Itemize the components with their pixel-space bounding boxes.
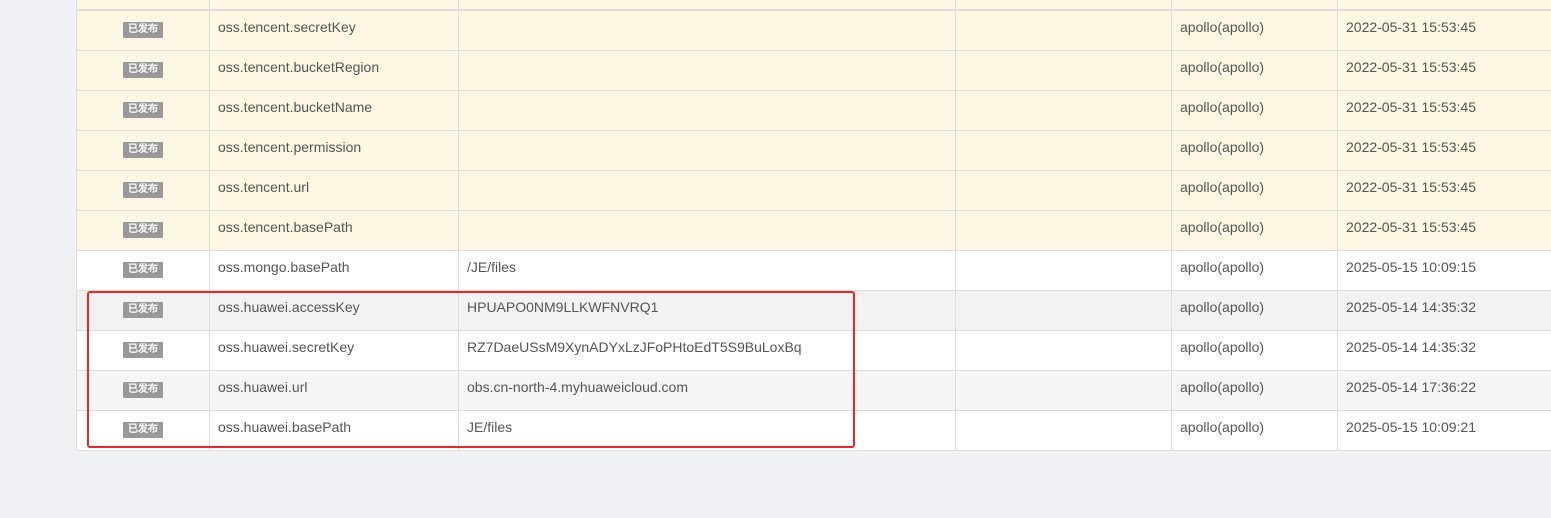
value-cell: obs.cn-north-4.myhuaweicloud.com: [459, 371, 956, 410]
key-cell: oss.huawei.basePath: [210, 411, 459, 450]
value-cell: RZ7DaeUSsM9XynADYxLzJFoPHtoEdT5S9BuLoxBq: [459, 331, 956, 370]
config-table: 已发布 oss.tencent.secretKey apollo(apollo)…: [76, 0, 1551, 451]
key-cell: oss.huawei.secretKey: [210, 331, 459, 370]
modified-time-cell: 2022-05-31 15:53:45: [1346, 219, 1476, 235]
table-row[interactable]: 已发布 oss.tencent.url apollo(apollo) 2022-…: [77, 170, 1551, 210]
table-row-partial: [77, 0, 1551, 10]
comment-cell: [956, 251, 1172, 290]
table-row[interactable]: 已发布 oss.huawei.secretKey RZ7DaeUSsM9XynA…: [77, 330, 1551, 370]
status-badge: 已发布: [123, 62, 163, 78]
key-cell: oss.tencent.url: [210, 171, 459, 210]
key-cell: oss.tencent.bucketName: [210, 91, 459, 130]
status-cell: 已发布: [77, 411, 210, 450]
status-badge: 已发布: [123, 222, 163, 238]
modifier-cell: apollo(apollo): [1172, 91, 1338, 130]
status-cell: 已发布: [77, 291, 210, 330]
modifier-cell: apollo(apollo): [1172, 371, 1338, 410]
key-cell: oss.tencent.basePath: [210, 211, 459, 250]
modified-time-cell: 2025-05-14 17:36:22: [1346, 379, 1476, 395]
comment-cell: [956, 291, 1172, 330]
modifier-cell: apollo(apollo): [1172, 131, 1338, 170]
status-badge: 已发布: [123, 342, 163, 358]
modified-time-cell: 2022-05-31 15:53:45: [1346, 139, 1476, 155]
status-badge: 已发布: [123, 182, 163, 198]
status-cell: 已发布: [77, 11, 210, 50]
table-row[interactable]: 已发布 oss.tencent.basePath apollo(apollo) …: [77, 210, 1551, 250]
status-badge: 已发布: [123, 262, 163, 278]
comment-cell: [956, 371, 1172, 410]
value-cell: [459, 11, 956, 50]
value-cell: /JE/files: [459, 251, 956, 290]
comment-cell: [956, 91, 1172, 130]
modifier-cell: apollo(apollo): [1172, 411, 1338, 450]
status-badge: 已发布: [123, 422, 163, 438]
modifier-cell: apollo(apollo): [1172, 331, 1338, 370]
table-row[interactable]: 已发布 oss.huawei.basePath JE/files apollo(…: [77, 410, 1551, 450]
key-cell: oss.mongo.basePath: [210, 251, 459, 290]
value-cell: [459, 171, 956, 210]
modified-time-cell: 2022-05-31 15:53:45: [1346, 99, 1476, 115]
status-cell: 已发布: [77, 91, 210, 130]
status-badge: 已发布: [123, 302, 163, 318]
table-row[interactable]: 已发布 oss.tencent.bucketRegion apollo(apol…: [77, 50, 1551, 90]
value-cell: JE/files: [459, 411, 956, 450]
modified-time-cell: 2025-05-14 14:35:32: [1346, 299, 1476, 315]
modifier-cell: apollo(apollo): [1172, 11, 1338, 50]
value-cell: [459, 211, 956, 250]
modifier-cell: apollo(apollo): [1172, 251, 1338, 290]
status-cell: 已发布: [77, 331, 210, 370]
status-cell: 已发布: [77, 211, 210, 250]
table-row[interactable]: 已发布 oss.tencent.bucketName apollo(apollo…: [77, 90, 1551, 130]
status-cell: 已发布: [77, 131, 210, 170]
modifier-cell: apollo(apollo): [1172, 51, 1338, 90]
modified-time-cell: 2022-05-31 15:53:45: [1346, 19, 1476, 35]
comment-cell: [956, 131, 1172, 170]
comment-cell: [956, 211, 1172, 250]
key-cell: oss.tencent.secretKey: [210, 11, 459, 50]
table-row[interactable]: 已发布 oss.tencent.secretKey apollo(apollo)…: [77, 10, 1551, 50]
comment-cell: [956, 11, 1172, 50]
key-cell: oss.tencent.bucketRegion: [210, 51, 459, 90]
modified-time-cell: 2025-05-15 10:09:15: [1346, 259, 1476, 275]
key-cell: oss.tencent.permission: [210, 131, 459, 170]
modifier-cell: apollo(apollo): [1172, 211, 1338, 250]
table-row[interactable]: 已发布 oss.huawei.url obs.cn-north-4.myhuaw…: [77, 370, 1551, 410]
value-cell: [459, 131, 956, 170]
comment-cell: [956, 331, 1172, 370]
modified-time-cell: 2022-05-31 15:53:45: [1346, 179, 1476, 195]
status-badge: 已发布: [123, 382, 163, 398]
value-cell: HPUAPO0NM9LLKWFNVRQ1: [459, 291, 956, 330]
status-cell: 已发布: [77, 371, 210, 410]
modifier-cell: apollo(apollo): [1172, 291, 1338, 330]
comment-cell: [956, 411, 1172, 450]
comment-cell: [956, 171, 1172, 210]
status-cell: 已发布: [77, 171, 210, 210]
modifier-cell: apollo(apollo): [1172, 171, 1338, 210]
table-row[interactable]: 已发布 oss.huawei.accessKey HPUAPO0NM9LLKWF…: [77, 290, 1551, 330]
status-badge: 已发布: [123, 102, 163, 118]
table-row[interactable]: 已发布 oss.tencent.permission apollo(apollo…: [77, 130, 1551, 170]
modified-time-cell: 2022-05-31 15:53:45: [1346, 59, 1476, 75]
modified-time-cell: 2025-05-15 10:09:21: [1346, 419, 1476, 435]
value-cell: [459, 51, 956, 90]
key-cell: oss.huawei.accessKey: [210, 291, 459, 330]
status-cell: 已发布: [77, 51, 210, 90]
status-badge: 已发布: [123, 142, 163, 158]
modified-time-cell: 2025-05-14 14:35:32: [1346, 339, 1476, 355]
status-badge: 已发布: [123, 22, 163, 38]
comment-cell: [956, 51, 1172, 90]
value-cell: [459, 91, 956, 130]
status-cell: 已发布: [77, 251, 210, 290]
table-row[interactable]: 已发布 oss.mongo.basePath /JE/files apollo(…: [77, 250, 1551, 290]
key-cell: oss.huawei.url: [210, 371, 459, 410]
